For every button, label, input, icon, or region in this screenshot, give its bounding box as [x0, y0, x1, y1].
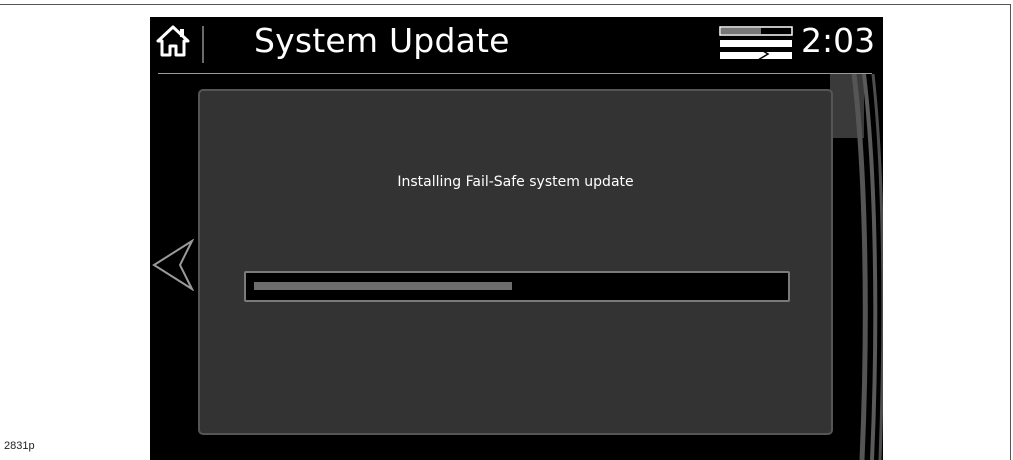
figure-id: 2831p: [4, 440, 35, 452]
header-divider: [202, 26, 204, 63]
progress-bar: [244, 271, 790, 302]
update-panel: Installing Fail-Safe system update: [198, 89, 833, 435]
home-icon[interactable]: [156, 24, 190, 58]
status-message: Installing Fail-Safe system update: [397, 174, 634, 190]
header-underline: [158, 73, 872, 74]
decorative-stripes: [830, 74, 883, 460]
signal-status-icon: [719, 26, 793, 61]
progress-fill: [254, 282, 512, 290]
page-title: System Update: [254, 21, 510, 60]
infotainment-screen: System Update 2:03 Installing Fail-Safe …: [150, 17, 883, 460]
clock: 2:03: [801, 21, 876, 60]
chevron-left-icon[interactable]: [150, 239, 194, 291]
